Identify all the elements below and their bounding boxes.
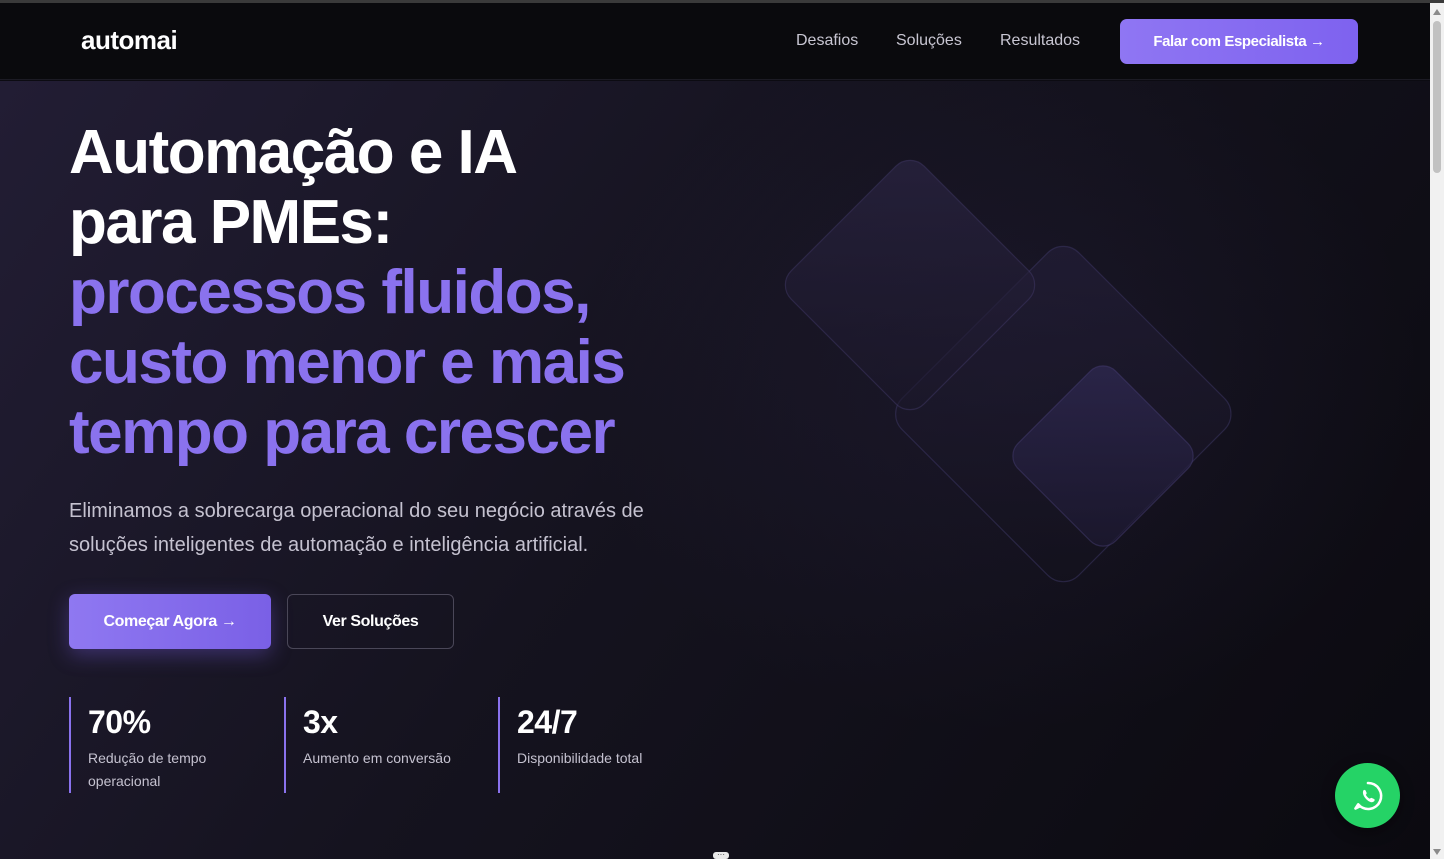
headline-line: Automação e IA [69, 118, 518, 187]
stat-conversion: 3x Aumento em conversão [284, 697, 484, 793]
headline-line: para PMEs: [69, 188, 393, 257]
stat-availability: 24/7 Disponibilidade total [498, 697, 698, 793]
start-now-button[interactable]: Começar Agora → [69, 594, 271, 649]
whatsapp-icon [1353, 781, 1382, 810]
logo[interactable]: automai [81, 25, 178, 56]
hero-illustration [740, 140, 1300, 680]
hero-subtitle: Eliminamos a sobrecarga operacional do s… [69, 500, 644, 556]
navbar: automai Desafios Soluções Resultados Fal… [0, 3, 1430, 80]
stat-value: 24/7 [517, 704, 578, 740]
stat-label: Disponibilidade total [517, 750, 643, 766]
stat-label: Redução de tempo operacional [88, 750, 207, 789]
more-dots-icon: ··· [713, 851, 729, 859]
scroll-up-arrow-icon[interactable] [1433, 9, 1441, 15]
view-solutions-button[interactable]: Ver Soluções [287, 594, 454, 649]
headline-highlight-line: processos fluidos, [69, 258, 591, 327]
nav-link-resultados[interactable]: Resultados [1000, 32, 1080, 50]
talk-to-specialist-button[interactable]: Falar com Especialista → [1120, 19, 1358, 64]
headline-highlight-line: tempo para crescer [69, 398, 616, 467]
page-scrollbar[interactable] [1430, 3, 1444, 859]
nav-link-solucoes[interactable]: Soluções [896, 32, 962, 50]
scrollbar-thumb[interactable] [1433, 21, 1441, 173]
headline-highlight-line: custo menor e mais [69, 328, 626, 397]
whatsapp-button[interactable] [1335, 763, 1400, 828]
stat-value: 70% [88, 704, 151, 740]
stat-value: 3x [303, 704, 338, 740]
hero-headline: Automação e IA para PMEs: processos flui… [69, 118, 626, 468]
scroll-down-arrow-icon[interactable] [1433, 849, 1441, 855]
nav-link-desafios[interactable]: Desafios [796, 32, 858, 50]
stat-label: Aumento em conversão [303, 750, 451, 766]
stat-time-reduction: 70% Redução de tempo operacional [69, 697, 269, 793]
